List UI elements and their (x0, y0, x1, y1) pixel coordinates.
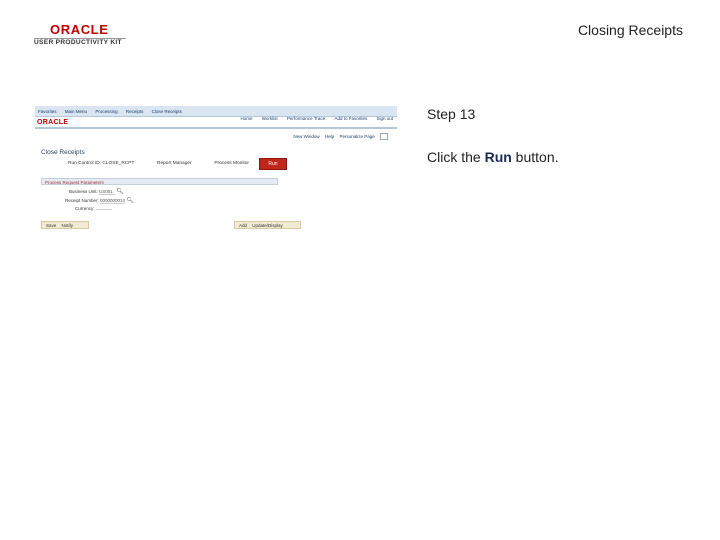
nav-sign-out[interactable]: Sign out (376, 116, 393, 121)
process-monitor-link[interactable]: Process Monitor (214, 161, 249, 166)
page-options-icon[interactable] (380, 133, 388, 140)
toolbar-left: Save Notify (41, 221, 89, 229)
business-unit-label: Business Unit: (69, 189, 98, 194)
breadcrumb-main-menu[interactable]: Main Menu (65, 109, 87, 114)
run-button[interactable]: Run (259, 158, 287, 170)
oracle-upk-logo: ORACLE USER PRODUCTIVITY KIT (34, 22, 126, 48)
lookup-icon[interactable]: 🔍︎ (126, 198, 134, 204)
lookup-icon[interactable]: 🔍︎ (116, 189, 124, 195)
currency-field: Currency: (75, 206, 112, 211)
bottom-toolbar: Save Notify Add Update/Display (41, 221, 301, 229)
app-screenshot: Favorites Main Menu Processing Receipts … (35, 106, 397, 232)
currency-input[interactable] (95, 209, 112, 210)
app-brand-logo: ORACLE (37, 119, 69, 126)
page-title: Close Receipts (41, 149, 85, 156)
personalize-page-link[interactable]: Personalize Page (339, 134, 374, 139)
add-button[interactable]: Add (239, 222, 247, 229)
step-instruction: Click the Run button. (427, 149, 559, 165)
business-unit-field: Business Unit: US001 🔍︎ (69, 188, 124, 195)
nav-performance-trace[interactable]: Performance Trace (287, 116, 325, 121)
receipt-number-label: Receipt Number: (65, 198, 99, 203)
breadcrumb-receipts[interactable]: Receipts (126, 109, 144, 114)
nav-divider (35, 127, 397, 129)
currency-label: Currency: (75, 206, 95, 211)
breadcrumb-processing[interactable]: Processing (95, 109, 117, 114)
nav-worklist[interactable]: Worklist (262, 116, 278, 121)
save-button[interactable]: Save (46, 222, 56, 229)
business-unit-input[interactable]: US001 (99, 189, 116, 195)
receipt-number-field: Receipt Number: 0000000014 🔍︎ (65, 197, 134, 204)
nav-add-to-favorites[interactable]: Add to Favorites (334, 116, 367, 121)
update-display-button[interactable]: Update/Display (252, 222, 283, 229)
help-link[interactable]: Help (325, 134, 334, 139)
run-control-label: Run Control ID: (68, 161, 102, 166)
new-window-link[interactable]: New Window (293, 134, 319, 139)
document-title: Closing Receipts (577, 22, 683, 38)
receipt-number-input[interactable]: 0000000014 (100, 198, 126, 204)
instruction-suffix: button. (511, 149, 559, 165)
logo-brand: ORACLE (50, 22, 109, 37)
report-manager-link[interactable]: Report Manager (157, 161, 192, 166)
instruction-run-keyword: Run (484, 149, 512, 165)
nav-home[interactable]: Home (240, 116, 252, 121)
toolbar-right: Add Update/Display (234, 221, 301, 229)
run-control-row: Run Control ID: CLOSE_RCPT Report Manage… (68, 161, 249, 166)
breadcrumb-close-receipts[interactable]: Close Receipts (152, 109, 182, 114)
instruction-prefix: Click the (427, 149, 485, 165)
breadcrumb-favorites[interactable]: Favorites (38, 109, 57, 114)
top-nav: Home Worklist Performance Trace Add to F… (232, 116, 393, 121)
section-header: Process Request Parameters (41, 178, 278, 185)
notify-button[interactable]: Notify (62, 222, 74, 229)
page-links: New Window Help Personalize Page (289, 133, 388, 140)
step-number: Step 13 (427, 106, 476, 122)
run-control-value: CLOSE_RCPT (102, 161, 135, 166)
logo-subtitle: USER PRODUCTIVITY KIT (34, 39, 122, 46)
